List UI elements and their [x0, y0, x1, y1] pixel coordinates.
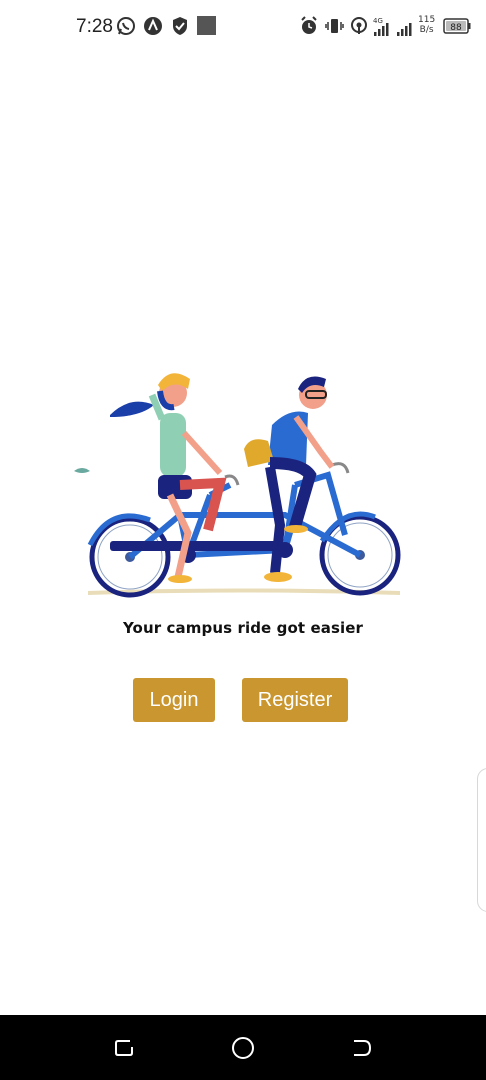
- signal-icon: [397, 23, 412, 36]
- alarm-icon: [301, 16, 317, 34]
- hotspot-icon: [351, 17, 367, 34]
- battery-icon: 88: [443, 18, 471, 34]
- tandem-bike-illustration: [74, 373, 401, 598]
- network-type-text: 4G: [373, 17, 383, 25]
- network-speed-value: 115: [418, 15, 436, 25]
- network-speed-unit: B/s: [419, 25, 434, 35]
- signal-4g-icon: 4G: [373, 17, 389, 36]
- login-button[interactable]: Login: [133, 678, 215, 722]
- vibrate-icon: [325, 19, 344, 33]
- home-icon[interactable]: [231, 1036, 255, 1060]
- side-panel-handle[interactable]: [477, 768, 486, 912]
- navigation-bar: [0, 1015, 486, 1080]
- shield-icon: [173, 17, 187, 35]
- tagline: Your campus ride got easier: [122, 619, 364, 637]
- network-speed: 115 B/s: [418, 15, 435, 35]
- whatsapp-icon: [117, 17, 135, 35]
- register-button[interactable]: Register: [242, 678, 348, 722]
- recent-apps-icon[interactable]: [112, 1036, 136, 1060]
- notification-square-icon: [197, 16, 216, 35]
- back-icon[interactable]: [350, 1036, 374, 1060]
- status-bar: 7:28 4G 115 B/s 88: [0, 0, 486, 56]
- app-a-icon: [144, 17, 162, 35]
- battery-level-text: 88: [450, 23, 462, 33]
- status-time: 7:28: [76, 16, 113, 37]
